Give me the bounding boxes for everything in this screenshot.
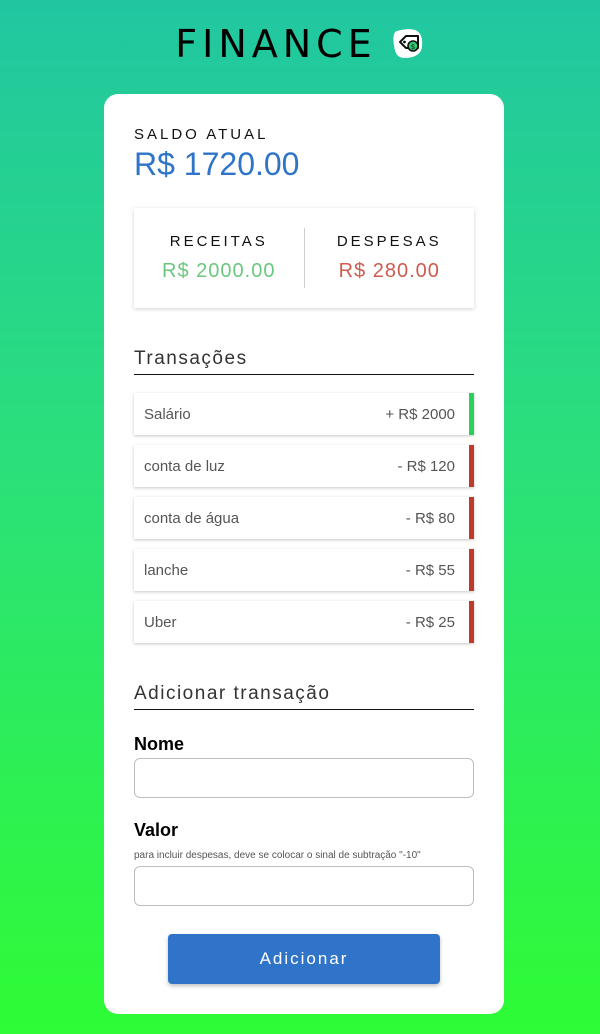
balance-label: SALDO ATUAL [134,126,269,143]
expense-label: DESPESAS [336,233,442,250]
transaction-amount: - R$ 120 [397,457,455,475]
income-expense-summary: RECEITAS R$ 2000.00 DESPESAS R$ 280.00 [134,208,474,308]
value-hint: para incluir despesas, deve se colocar o… [134,850,421,861]
transaction-name: conta de luz [144,457,225,475]
finance-card: SALDO ATUAL R$ 1720.00 RECEITAS R$ 2000.… [104,94,504,1014]
transactions-title: Transações [134,348,474,375]
transaction-item[interactable]: Salário + R$ 2000 [134,393,474,435]
svg-text:$: $ [411,43,415,51]
add-button[interactable]: Adicionar [168,934,440,984]
transaction-name: Salário [144,405,191,423]
app-header: FINANCE $ [0,22,600,66]
transaction-name: lanche [144,561,189,579]
balance-value: R$ 1720.00 [134,146,300,182]
income-label: RECEITAS [169,233,268,250]
income-summary: RECEITAS R$ 2000.00 [134,233,304,283]
expense-value: R$ 280.00 [338,260,440,282]
money-tag-icon: $ [391,27,425,61]
transaction-amount: - R$ 25 [405,613,455,631]
transaction-item[interactable]: lanche - R$ 55 [134,549,474,591]
transaction-amount: - R$ 80 [405,509,455,527]
name-input[interactable] [134,758,474,798]
name-label: Nome [134,734,185,754]
app-title: FINANCE [175,22,377,66]
transaction-amount: - R$ 55 [405,561,455,579]
income-value: R$ 2000.00 [162,260,276,282]
transaction-item[interactable]: Uber - R$ 25 [134,601,474,643]
transaction-name: conta de água [144,509,240,527]
value-label: Valor [134,820,179,840]
transaction-item[interactable]: conta de água - R$ 80 [134,497,474,539]
add-transaction-title: Adicionar transação [134,683,474,710]
expense-summary: DESPESAS R$ 280.00 [305,233,475,283]
transaction-name: Uber [144,613,177,631]
transaction-item[interactable]: conta de luz - R$ 120 [134,445,474,487]
transaction-amount: + R$ 2000 [385,405,455,423]
value-input[interactable] [134,866,474,906]
transaction-list: Salário + R$ 2000 conta de luz - R$ 120 … [134,393,474,653]
